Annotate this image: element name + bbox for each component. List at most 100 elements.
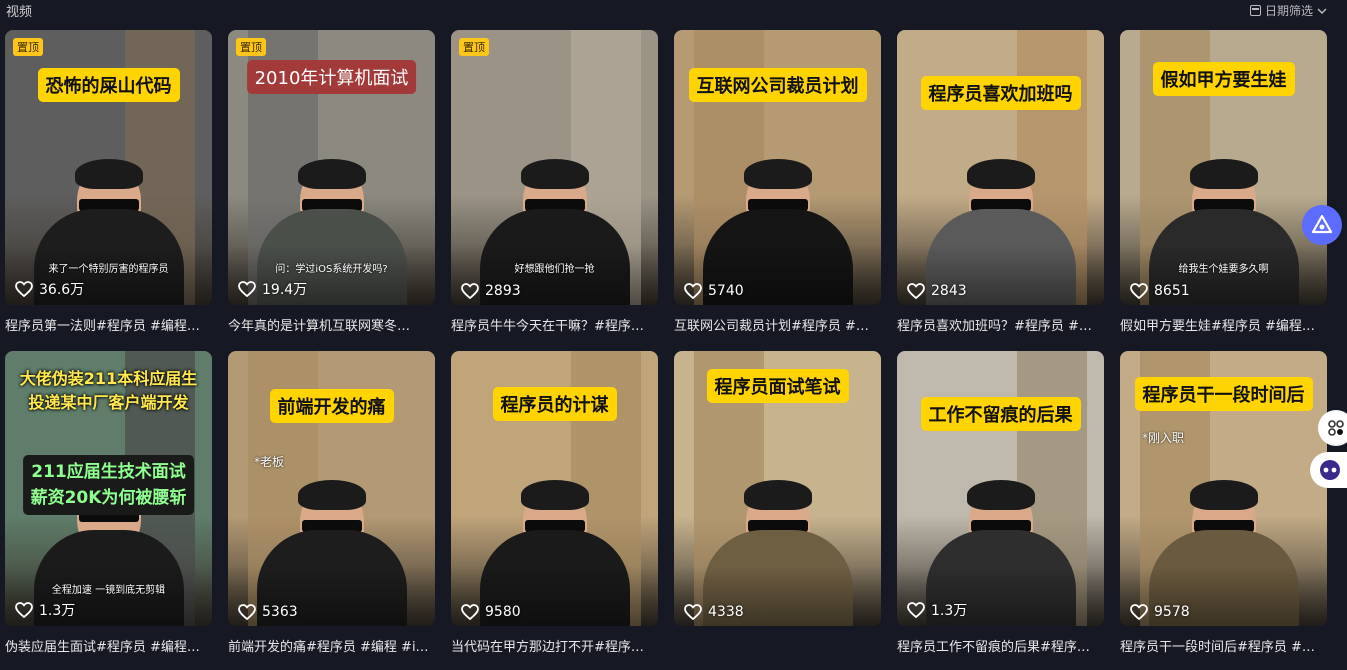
video-caption-secondary: 211应届生技术面试 薪资20K为何被腰斩 <box>22 455 195 515</box>
like-count-value: 5740 <box>708 283 744 299</box>
like-count: 8651 <box>1130 283 1190 299</box>
video-thumbnail[interactable]: 2010年计算机面试 置顶问：学过iOS系统开发吗? 19.4万 <box>228 30 435 305</box>
video-card[interactable]: 程序员面试笔试 4338 <box>674 351 881 636</box>
video-card[interactable]: 程序员喜欢加班吗 2843 程序员喜欢加班吗？#程序员 #… <box>897 30 1104 334</box>
like-count-value: 9578 <box>1154 604 1190 620</box>
video-caption: 2010年计算机面试 <box>246 60 417 94</box>
video-card[interactable]: 程序员干一段时间后 *刚入职 9578 程序员干一段时间后#程序员 #… <box>1120 351 1327 655</box>
like-count: 36.6万 <box>15 279 84 299</box>
pinned-badge: 置顶 <box>459 38 489 56</box>
video-title[interactable]: 程序员喜欢加班吗？#程序员 #… <box>897 315 1102 334</box>
heart-icon <box>238 281 256 297</box>
like-count: 2843 <box>907 283 967 299</box>
like-count: 4338 <box>684 604 744 620</box>
video-card[interactable]: 互联网公司裁员计划 5740 互联网公司裁员计划#程序员 #… <box>674 30 881 334</box>
video-thumbnail[interactable]: 程序员喜欢加班吗 2843 <box>897 30 1104 305</box>
heart-icon <box>907 283 925 299</box>
chevron-down-icon <box>1317 7 1327 14</box>
like-count: 5740 <box>684 283 744 299</box>
video-caption: 互联网公司裁员计划 <box>688 68 867 102</box>
video-caption: 程序员面试笔试 <box>706 369 849 403</box>
like-count-value: 1.3万 <box>931 603 968 619</box>
date-filter-dropdown[interactable]: 日期筛选 <box>1249 2 1327 19</box>
video-caption: 工作不留痕的后果 <box>920 397 1081 431</box>
video-card[interactable]: 大佬伪装211本科应届生 投递某中厂客户端开发 211应届生技术面试 薪资20K为… <box>5 351 212 655</box>
video-card[interactable]: 恐怖的屎山代码 置顶来了一个特别厉害的程序员 36.6万程序员第一法则#程序员 #编… <box>5 30 212 334</box>
like-count: 9580 <box>461 604 521 620</box>
like-count-value: 4338 <box>708 604 744 620</box>
video-subtitle: 全程加速 一镜到底无剪辑 <box>51 585 166 596</box>
video-caption: 假如甲方要生娃 <box>1152 62 1295 96</box>
video-thumbnail[interactable]: 工作不留痕的后果 1.3万 <box>897 351 1104 626</box>
video-title[interactable]: 程序员牛牛今天在干嘛？#程序… <box>451 315 656 334</box>
ai-assistant-button[interactable] <box>1302 205 1342 245</box>
video-title[interactable]: 互联网公司裁员计划#程序员 #… <box>674 315 879 334</box>
video-thumbnail[interactable]: 置顶好想跟他们抢一抢 2893 <box>451 30 658 305</box>
heart-icon <box>238 604 256 620</box>
pinned-badge: 置顶 <box>236 38 266 56</box>
heart-icon <box>461 283 479 299</box>
share-icon <box>1328 420 1344 436</box>
video-card[interactable]: 置顶好想跟他们抢一抢 2893 程序员牛牛今天在干嘛？#程序… <box>451 30 658 334</box>
heart-icon <box>15 281 33 297</box>
like-count: 5363 <box>238 604 298 620</box>
heart-icon <box>1130 604 1148 620</box>
heart-icon <box>907 602 925 618</box>
calendar-icon <box>1249 5 1261 16</box>
video-thumbnail[interactable]: 前端开发的痛 *老板 5363 <box>228 351 435 626</box>
video-caption: 大佬伪装211本科应届生 投递某中厂客户端开发 <box>19 369 198 412</box>
video-caption: 程序员喜欢加班吗 <box>920 76 1081 110</box>
video-card[interactable]: 假如甲方要生娃给我生个娃要多久啊 8651 假如甲方要生娃#程序员 #编程… <box>1120 30 1327 334</box>
video-title[interactable]: 程序员工作不留痕的后果#程序… <box>897 636 1102 655</box>
video-caption: 程序员的计谋 <box>492 387 617 421</box>
ai-assistant-icon <box>1311 214 1333 234</box>
video-caption: 恐怖的屎山代码 <box>37 68 180 102</box>
video-thumbnail[interactable]: 程序员干一段时间后 *刚入职 9578 <box>1120 351 1327 626</box>
heart-icon <box>15 602 33 618</box>
video-thumbnail[interactable]: 互联网公司裁员计划 5740 <box>674 30 881 305</box>
video-card[interactable]: 前端开发的痛 *老板 5363 前端开发的痛#程序员 #编程 #i… <box>228 351 435 655</box>
video-subtitle: 好想跟他们抢一抢 <box>514 264 595 275</box>
like-count: 2893 <box>461 283 521 299</box>
video-title[interactable]: 程序员第一法则#程序员 #编程… <box>5 315 210 334</box>
video-thumbnail[interactable]: 恐怖的屎山代码 置顶来了一个特别厉害的程序员 36.6万 <box>5 30 212 305</box>
bot-icon <box>1320 460 1340 480</box>
video-title[interactable]: 伪装应届生面试#程序员 #编程… <box>5 636 210 655</box>
video-title[interactable]: 程序员干一段时间后#程序员 #… <box>1120 636 1325 655</box>
video-title[interactable]: 假如甲方要生娃#程序员 #编程… <box>1120 315 1325 334</box>
section-title: 视频 <box>6 5 33 20</box>
like-count: 1.3万 <box>15 600 75 620</box>
heart-icon <box>461 604 479 620</box>
video-thumbnail[interactable]: 程序员面试笔试 4338 <box>674 351 881 626</box>
pinned-badge: 置顶 <box>13 38 43 56</box>
share-button[interactable] <box>1318 410 1347 446</box>
heart-icon <box>684 283 702 299</box>
video-card[interactable]: 2010年计算机面试 置顶问：学过iOS系统开发吗? 19.4万今年真的是计算机互联… <box>228 30 435 334</box>
like-count-value: 36.6万 <box>39 282 85 298</box>
like-count-value: 2893 <box>485 283 521 299</box>
video-title[interactable]: 今年真的是计算机互联网寒冬… <box>228 315 433 334</box>
video-note: *刚入职 <box>1142 431 1185 445</box>
video-thumbnail[interactable]: 程序员的计谋 9580 <box>451 351 658 626</box>
video-title[interactable]: 前端开发的痛#程序员 #编程 #i… <box>228 636 433 655</box>
like-count-value: 5363 <box>262 604 298 620</box>
video-card[interactable]: 程序员的计谋 9580 当代码在甲方那边打不开#程序… <box>451 351 658 655</box>
video-thumbnail[interactable]: 大佬伪装211本科应届生 投递某中厂客户端开发 211应届生技术面试 薪资20K为… <box>5 351 212 626</box>
video-caption: 前端开发的痛 <box>269 389 394 423</box>
like-count-value: 8651 <box>1154 283 1190 299</box>
like-count-value: 1.3万 <box>39 603 76 619</box>
like-count-value: 9580 <box>485 604 521 620</box>
video-thumbnail[interactable]: 假如甲方要生娃给我生个娃要多久啊 8651 <box>1120 30 1327 305</box>
like-count: 9578 <box>1130 604 1190 620</box>
like-count: 19.4万 <box>238 279 307 299</box>
video-subtitle: 问：学过iOS系统开发吗? <box>275 264 388 275</box>
video-subtitle: 给我生个娃要多久啊 <box>1178 264 1269 275</box>
like-count-value: 2843 <box>931 283 967 299</box>
video-card[interactable]: 工作不留痕的后果 1.3万程序员工作不留痕的后果#程序… <box>897 351 1104 655</box>
date-filter-label: 日期筛选 <box>1264 4 1313 18</box>
bot-button[interactable] <box>1310 452 1347 488</box>
like-count: 1.3万 <box>907 600 967 620</box>
heart-icon <box>684 604 702 620</box>
video-title[interactable]: 当代码在甲方那边打不开#程序… <box>451 636 656 655</box>
video-subtitle: 来了一个特别厉害的程序员 <box>48 264 169 275</box>
